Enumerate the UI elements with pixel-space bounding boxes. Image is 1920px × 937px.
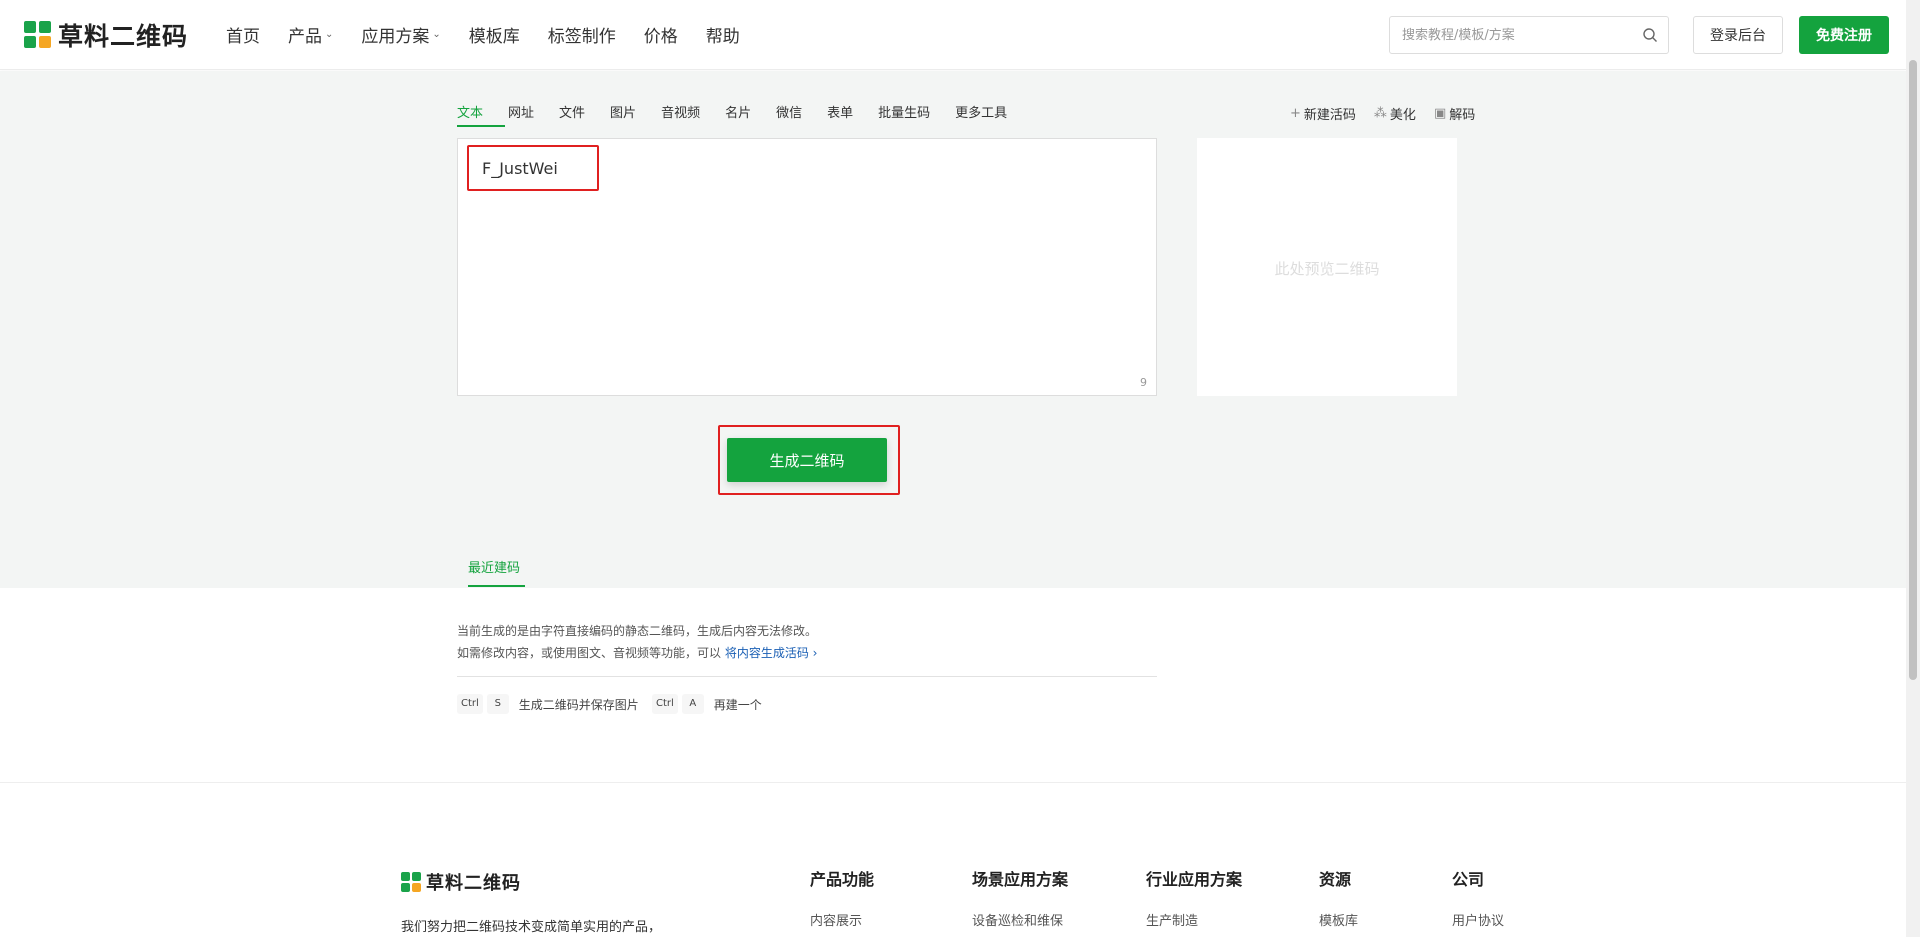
preview-placeholder: 此处预览二维码 [1274,260,1380,278]
footer-logo-text: 草料二维码 [426,873,521,894]
nav-home[interactable]: 首页 [226,22,260,47]
chevron-down-icon: ⌄ [432,29,441,40]
nav-products-label: 产品 [288,27,322,47]
login-button[interactable]: 登录后台 [1693,16,1783,54]
footer-col-title: 行业应用方案 [1146,870,1243,889]
key-a: A [681,694,704,714]
footer-link[interactable]: 用户协议 [1452,910,1504,929]
dynamic-code-hint-text: 如需修改内容，或使用图文、音视频等功能，可以 [457,646,725,660]
beautify-button[interactable]: ⁂ 美化 [1374,104,1416,123]
tab-text[interactable]: 文本 [457,102,483,126]
tab-url[interactable]: 网址 [508,102,534,126]
nav-help-label: 帮助 [705,27,740,47]
footer-divider [0,782,1906,783]
tab-form[interactable]: 表单 [827,102,853,126]
recent-tab-indicator [468,585,525,587]
nav-labels-label: 标签制作 [547,27,616,47]
shortcut-new: Ctrl A 再建一个 [652,694,762,714]
main-nav: 首页 产品 ⌄ 应用方案 ⌄ 模板库 标签制作 价格 帮助 [226,22,768,47]
sparkle-icon: ⁂ [1373,106,1387,121]
footer-description: 我们努力把二维码技术变成简单实用的产品， [401,920,662,935]
key-s: S [486,694,509,714]
footer-col-scenarios: 场景应用方案 设备巡检和维保 [972,866,1068,929]
key-ctrl: Ctrl [457,694,483,714]
footer-col-title: 资源 [1319,870,1352,889]
tab-wechat[interactable]: 微信 [776,102,802,126]
qr-preview-panel: 此处预览二维码 [1197,138,1457,396]
nav-help[interactable]: 帮助 [706,22,740,47]
qr-logo-icon [24,21,52,49]
chevron-right-icon: › [812,646,818,660]
footer-col-resources: 资源 模板库 [1319,866,1358,929]
footer-col-products: 产品功能 内容展示 [810,866,874,929]
editor-tools: + 新建活码 ⁂ 美化 ▣ 解码 [1272,104,1475,123]
search-box [1389,16,1669,54]
shortcut-save-label: 生成二维码并保存图片 [518,697,639,712]
nav-labels[interactable]: 标签制作 [548,22,616,47]
tab-image[interactable]: 图片 [610,102,636,126]
scan-icon: ▣ [1433,106,1447,121]
footer-link[interactable]: 模板库 [1319,910,1358,929]
footer-link[interactable]: 内容展示 [810,910,874,929]
new-dynamic-code-button[interactable]: + 新建活码 [1290,104,1356,123]
nav-pricing[interactable]: 价格 [644,22,678,47]
decode-label: 解码 [1449,108,1476,123]
scrollbar-thumb[interactable] [1909,60,1917,680]
tab-batch[interactable]: 批量生码 [878,102,930,126]
register-button[interactable]: 免费注册 [1799,16,1889,54]
tab-more-tools[interactable]: 更多工具 [955,102,1007,126]
footer-link[interactable]: 生产制造 [1146,910,1242,929]
convert-link-label: 将内容生成活码 [724,646,809,660]
static-code-notice: 当前生成的是由字符直接编码的静态二维码，生成后内容无法修改。 [457,624,818,638]
nav-home-label: 首页 [226,27,260,47]
shortcut-save: Ctrl S 生成二维码并保存图片 [457,694,639,714]
footer-col-industries: 行业应用方案 生产制造 [1146,866,1242,929]
nav-solutions-label: 应用方案 [361,27,430,47]
tab-audio-video[interactable]: 音视频 [661,102,700,126]
footer-col-title: 产品功能 [810,870,875,889]
content-type-tabs: 文本 网址 文件 图片 音视频 名片 微信 表单 批量生码 更多工具 [457,102,1032,126]
shortcut-new-label: 再建一个 [713,697,762,712]
nav-templates[interactable]: 模板库 [469,22,520,47]
chevron-down-icon: ⌄ [325,29,334,40]
brand-logo[interactable]: 草料二维码 [24,20,189,51]
footer-col-title: 公司 [1452,870,1485,889]
new-dynamic-code-label: 新建活码 [1303,108,1356,123]
highlight-box-generate [718,425,900,495]
active-tab-indicator [457,125,505,127]
logo-text: 草料二维码 [58,22,189,51]
highlight-box-text [467,145,599,191]
character-count: 9 [1140,376,1147,389]
search-icon[interactable] [1642,27,1658,43]
footer-col-title: 场景应用方案 [972,870,1069,889]
qr-logo-icon [401,872,421,892]
nav-solutions[interactable]: 应用方案 ⌄ [361,22,440,47]
plus-icon: + [1290,106,1301,121]
page-scrollbar[interactable] [1906,0,1920,937]
nav-products[interactable]: 产品 ⌄ [288,22,333,47]
key-ctrl: Ctrl [652,694,678,714]
beautify-label: 美化 [1389,108,1416,123]
convert-to-dynamic-link[interactable]: 将内容生成活码 › [725,646,818,660]
tab-file[interactable]: 文件 [559,102,585,126]
top-header: 草料二维码 首页 产品⌄ 应用方案⌄ 模板库 标签制作 价格 帮助 登录后台 免… [0,0,1906,70]
tab-recent-codes[interactable]: 最近建码 [468,557,520,576]
search-input[interactable] [1390,17,1630,53]
footer-col-company: 公司 用户协议 [1452,866,1504,929]
info-divider [457,676,1157,677]
decode-button[interactable]: ▣ 解码 [1434,104,1475,123]
dynamic-code-hint: 如需修改内容，或使用图文、音视频等功能，可以 将内容生成活码 › [457,644,817,661]
footer-logo[interactable]: 草料二维码 [401,869,521,895]
nav-pricing-label: 价格 [643,27,678,47]
footer-link[interactable]: 设备巡检和维保 [972,910,1068,929]
tab-business-card[interactable]: 名片 [725,102,751,126]
nav-templates-label: 模板库 [468,27,520,47]
